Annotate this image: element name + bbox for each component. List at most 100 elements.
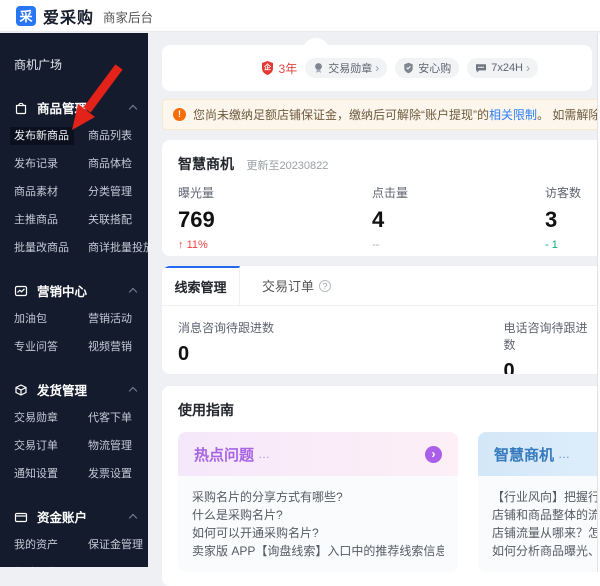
related-restriction-link[interactable]: 相关限制	[489, 106, 537, 123]
usage-guide-card: 使用指南 热点问题 … › 采购名片的分享方式有哪些? 什么是采购名片? 如何可…	[162, 386, 600, 586]
help-icon[interactable]: ?	[319, 279, 332, 292]
sidebar-section-shipping-management[interactable]: 发货管理	[14, 380, 138, 399]
sidebar-item-video-marketing[interactable]: 视频营销	[88, 340, 148, 355]
up-arrow-icon: ↑	[178, 239, 184, 251]
tab-trade-orders[interactable]: 交易订单 ?	[240, 266, 353, 305]
question-link[interactable]: 卖家版 APP【询盘线索】入口中的推荐线索信息的来源是什么?	[192, 542, 444, 560]
sidebar-item-marketing-activities[interactable]: 营销活动	[88, 312, 148, 327]
sidebar-item-detail-bulk-launch[interactable]: 商详批量投放	[88, 241, 148, 256]
sidebar-item-featured-products[interactable]: 主推商品	[14, 213, 88, 228]
chart-icon	[14, 285, 28, 296]
sidebar-section-funds-account[interactable]: 资金账户	[14, 507, 138, 526]
sidebar-item-deposit-management[interactable]: 保证金管理	[88, 538, 148, 553]
chat-icon	[476, 64, 487, 73]
sidebar-item-related-match[interactable]: 关联搭配	[88, 213, 148, 228]
question-link[interactable]: 什么是采购名片?	[192, 506, 444, 524]
sidebar-item-boost-pack[interactable]: 加油包	[14, 312, 88, 327]
sidebar-item-order-on-behalf[interactable]: 代客下单	[88, 411, 148, 426]
card-title: 使用指南	[178, 402, 234, 418]
wallet-icon	[14, 512, 28, 522]
question-link[interactable]: 如何可以开通采购名片?	[192, 524, 444, 542]
tab-label: 线索管理	[174, 280, 227, 295]
sidebar-item-my-assets[interactable]: 我的资产	[14, 538, 88, 553]
badge-label: 7x24H	[491, 62, 523, 74]
stat-delta: 11%	[186, 239, 208, 251]
service-7x24-badge[interactable]: 7x24H ›	[467, 58, 538, 78]
card-title: 智慧商机	[178, 156, 234, 172]
ellipsis: …	[258, 447, 271, 461]
badge-label: 交易勋章	[328, 63, 373, 75]
sidebar-group-funds: 我的资产 保证金管理 保险服务	[14, 538, 148, 567]
sidebar-item-publish-records[interactable]: 发布记录	[14, 157, 88, 172]
arrow-circle-icon[interactable]: ›	[425, 445, 442, 463]
sidebar-item-professional-qa[interactable]: 专业问答	[14, 340, 88, 355]
tab-bar: 线索管理 交易订单 ?	[162, 266, 600, 306]
notice-text: 。 如需解除限制，请点此	[537, 108, 600, 122]
sidebar-item-category-management[interactable]: 分类管理	[88, 185, 148, 200]
tab-label: 交易订单	[262, 279, 315, 294]
question-link[interactable]: 店铺流量从哪来？怎样进行	[492, 524, 600, 542]
metric-label: 消息咨询待跟进数	[178, 321, 275, 335]
stat-label: 曝光量	[178, 186, 215, 200]
section-title: 营销中心	[37, 285, 88, 299]
question-link[interactable]: 如何分析商品曝光、点击数	[492, 542, 600, 560]
metric-label: 电话咨询待跟进数	[503, 321, 588, 352]
sidebar-item-invoice-settings[interactable]: 发票设置	[88, 467, 148, 482]
leads-card: 线索管理 交易订单 ? 消息咨询待跟进数 0 电话咨询待跟进数 0	[162, 266, 600, 374]
stat-delta: - 1	[545, 239, 558, 251]
main-content: 企 3年 交易勋章 › 安心购 7x24H › ! 您尚未缴纳足额店铺保证金，缴…	[148, 33, 600, 586]
question-link[interactable]: 店铺和商品整体的流量曝光	[492, 506, 600, 524]
stat-label: 访客数	[545, 186, 582, 200]
stat-value: 4	[372, 207, 385, 232]
chevron-up-icon[interactable]	[128, 104, 138, 114]
app-header: 采 爱采购 商家后台	[0, 0, 600, 32]
section-title: 发货管理	[37, 384, 88, 398]
question-link[interactable]: 采购名片的分享方式有哪些?	[192, 488, 444, 506]
sidebar-item-insurance-service[interactable]: 保险服务	[14, 566, 88, 567]
metric-message-followup: 消息咨询待跟进数 0	[178, 319, 504, 374]
stat-value: 3	[545, 207, 558, 232]
guide-card-title: 智慧商机	[494, 446, 555, 464]
sidebar-item-logistics-management[interactable]: 物流管理	[88, 439, 148, 454]
warning-icon: !	[173, 108, 186, 121]
portal-name: 商家后台	[103, 11, 154, 25]
chevron-right-icon: ›	[526, 61, 530, 75]
stat-visitors: 访客数 3 - 1	[545, 184, 581, 251]
years-label: 3年	[278, 61, 298, 76]
sidebar-group-marketing: 加油包 营销活动 专业问答 视频营销	[14, 312, 148, 355]
sidebar-item-product-check[interactable]: 商品体检	[88, 157, 148, 172]
medal-icon	[315, 63, 323, 73]
sidebar-item-product-assets[interactable]: 商品素材	[14, 185, 88, 200]
sidebar-item-trade-orders[interactable]: 交易订单	[14, 439, 88, 454]
chevron-up-icon[interactable]	[128, 386, 138, 396]
trade-medal-badge[interactable]: 交易勋章 ›	[305, 58, 388, 78]
deposit-warning-banner: ! 您尚未缴纳足额店铺保证金，缴纳后可解除“账户提现”的相关限制。 如需解除限制…	[162, 99, 600, 130]
badge-label: 安心购	[418, 63, 452, 75]
chevron-up-icon[interactable]	[128, 287, 138, 297]
metric-value: 0	[178, 343, 190, 365]
sidebar-section-marketing-center[interactable]: 营销中心	[14, 281, 138, 300]
question-link[interactable]: 【行业风向】把握行业风向	[492, 488, 600, 506]
svg-text:企: 企	[263, 63, 272, 72]
sidebar-item-product-list[interactable]: 商品列表	[88, 129, 148, 144]
notice-text: 您尚未缴纳足额店铺保证金，缴纳后可解除“账户提现”的	[193, 108, 489, 122]
tab-leads-management[interactable]: 线索管理	[162, 266, 240, 305]
stat-exposure: 曝光量 769 ↑ 11%	[178, 184, 215, 251]
stat-label: 点击量	[372, 186, 409, 200]
smart-business-card: 智慧商机 更新至20230822 曝光量 769 ↑ 11% 点击量 4 -- …	[162, 140, 600, 256]
metric-value: 0	[503, 360, 515, 374]
stat-value: 769	[178, 207, 215, 232]
sidebar-item-bulk-edit[interactable]: 批量改商品	[14, 241, 88, 256]
sidebar-section-product-management[interactable]: 商品管理	[14, 98, 138, 117]
sidebar-item-publish-new-product[interactable]: 发布新商品	[10, 127, 88, 145]
chevron-up-icon[interactable]	[128, 513, 138, 523]
brand-name: 爱采购	[43, 9, 95, 27]
sidebar-item-trade-medal[interactable]: 交易勋章	[14, 411, 88, 426]
updated-at: 更新至20230822	[246, 160, 329, 172]
package-icon	[15, 383, 27, 396]
chevron-right-icon: ›	[375, 61, 380, 75]
secure-purchase-badge[interactable]: 安心购	[395, 58, 460, 78]
sidebar-item-business-plaza[interactable]: 商机广场	[0, 56, 148, 73]
sidebar-item-notification-settings[interactable]: 通知设置	[14, 467, 88, 482]
smart-business-guide-card: 智慧商机 … 【行业风向】把握行业风向 店铺和商品整体的流量曝光 店铺流量从哪来…	[478, 432, 600, 572]
